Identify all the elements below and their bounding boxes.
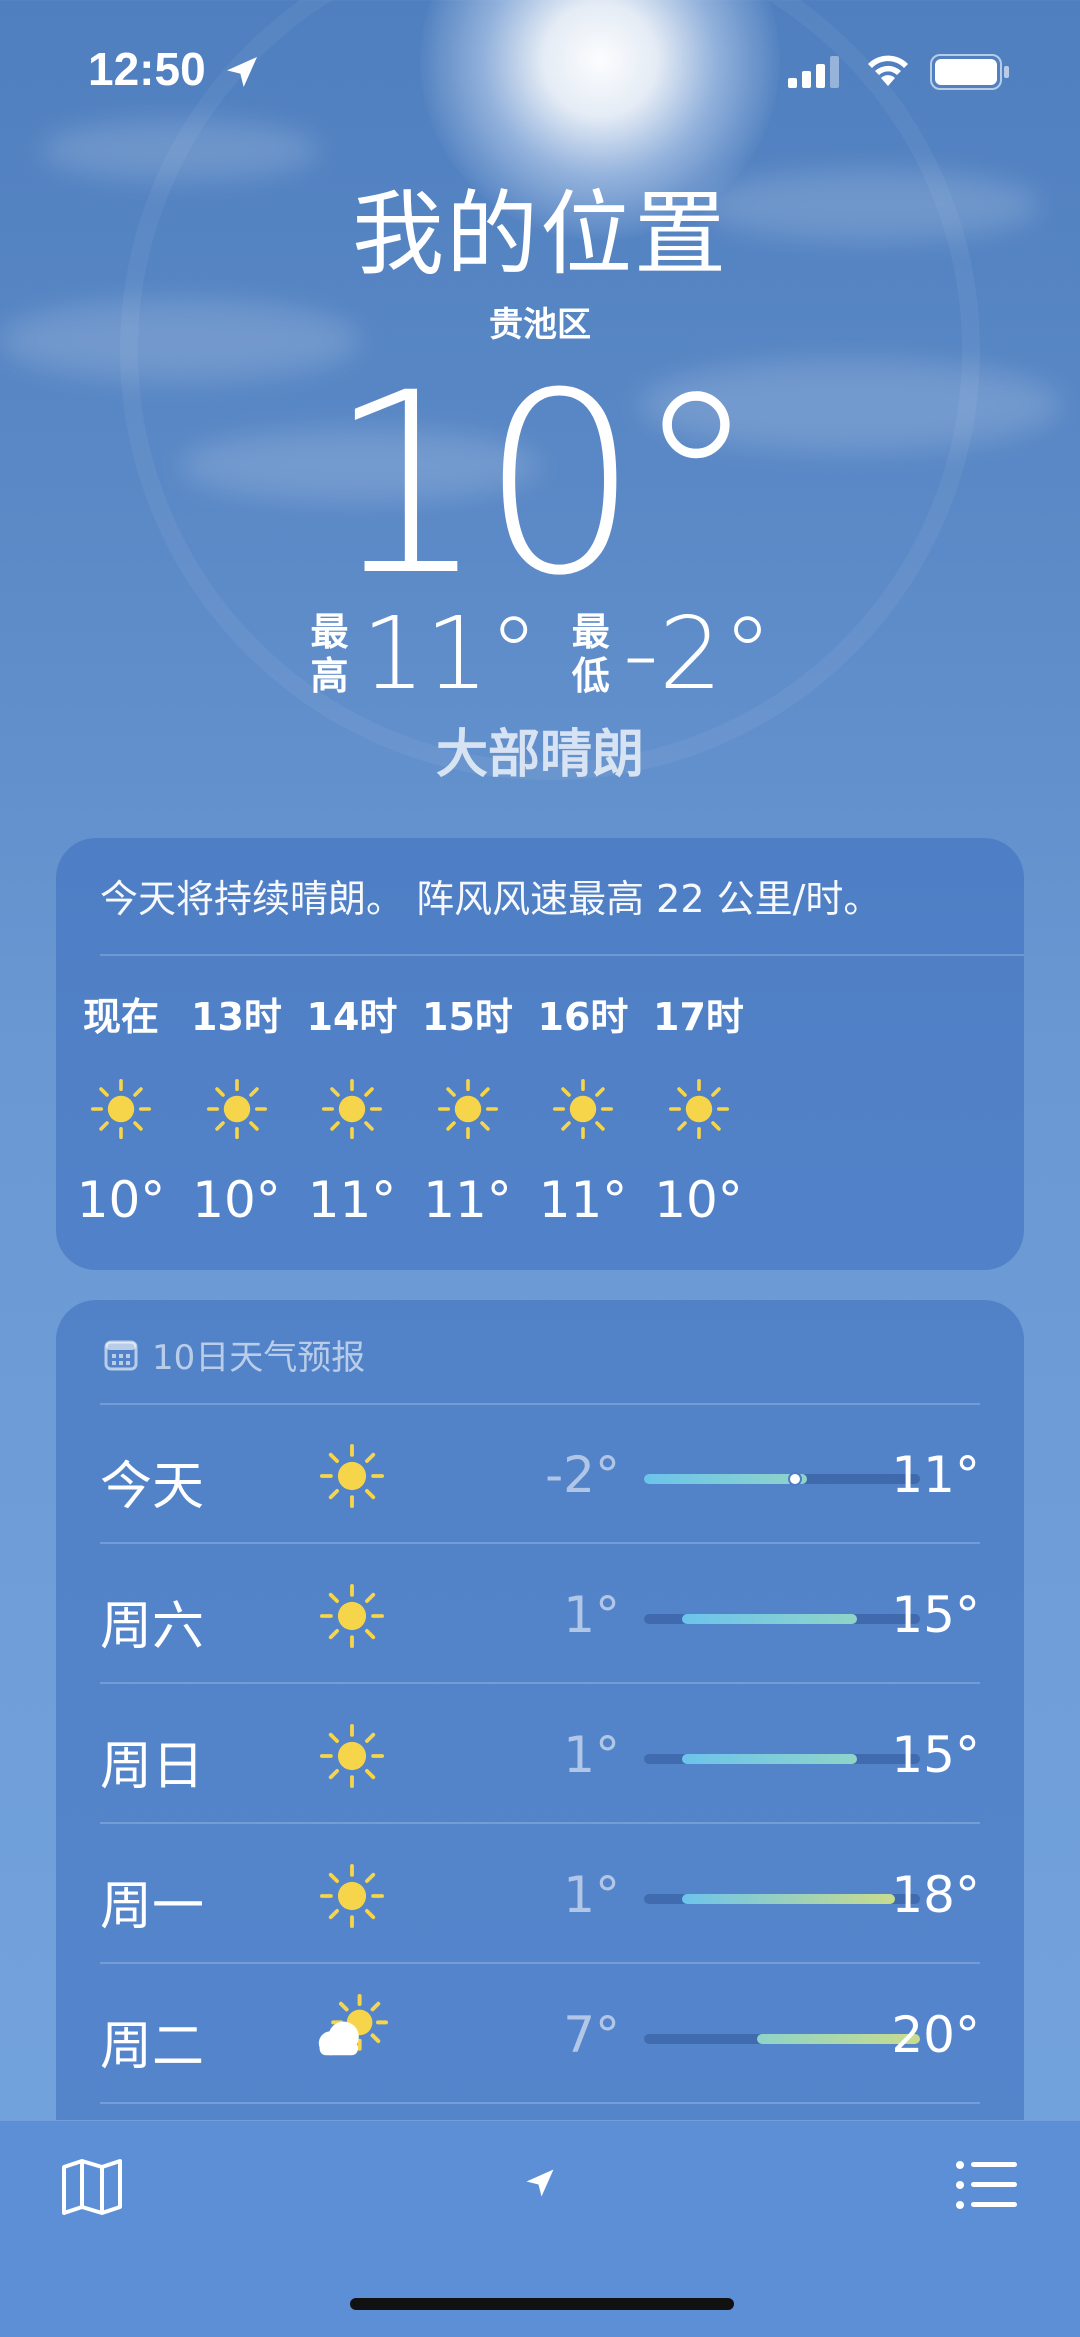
temp-range-track (644, 1614, 920, 1624)
status-time: 12:50 (88, 43, 206, 95)
high-label: 最高 (310, 609, 349, 698)
hour-temperature: 10° (654, 1171, 743, 1229)
hour-temperature: 11° (307, 1171, 397, 1229)
sun-icon (319, 1443, 385, 1509)
current-temperature: 10° (327, 339, 758, 630)
hour-label: 现在 (82, 995, 159, 1039)
day-name: 周一 (100, 1877, 205, 1937)
hour-label: 16时 (537, 995, 629, 1039)
hour-label: 13时 (191, 995, 282, 1039)
sun-icon (322, 1079, 382, 1139)
low-temperature: -2° (622, 595, 773, 712)
home-indicator (350, 2298, 734, 2310)
day-name: 周日 (100, 1737, 205, 1797)
daily-title: 10日天气预报 (152, 1338, 366, 1378)
location-header: 我的位置 贵池区 10° (0, 160, 1080, 610)
day-name: 周二 (100, 2017, 205, 2077)
high-low: 最高 11° 最低 -2° (0, 595, 1080, 712)
day-low: 1° (563, 1866, 620, 1924)
day-high: 15° (891, 1726, 980, 1784)
sun-icon (91, 1079, 151, 1139)
temp-range-bar (681, 1894, 895, 1904)
day-low: 1° (563, 1726, 620, 1784)
daily-row[interactable]: 周一 1° 18° (100, 1824, 980, 1964)
temp-range-bar (644, 1474, 808, 1484)
sun-icon (206, 1079, 267, 1139)
temp-range-track (644, 2034, 920, 2044)
location-title: 我的位置 (351, 181, 728, 288)
hourly-item: 15时 11° (403, 986, 533, 1229)
divider (100, 2102, 980, 2104)
status-bar: 12:50 (0, 0, 1080, 140)
temp-range-track (644, 1472, 920, 1486)
hourly-item: 现在 10° (56, 986, 186, 1229)
hourly-item: 13时 10° (172, 986, 302, 1229)
daily-row[interactable]: 周六 1° 15° (100, 1544, 980, 1684)
hour-temperature: 10° (192, 1171, 281, 1229)
daily-header: 10日天气预报 (104, 1330, 365, 1379)
daily-row[interactable]: 周二 7° 20° (100, 1964, 980, 2104)
day-high: 11° (891, 1446, 980, 1504)
divider (100, 954, 1024, 956)
day-low: 7° (563, 2006, 620, 2064)
hour-temperature: 11° (538, 1171, 628, 1229)
temp-range-track (644, 1894, 920, 1904)
day-high: 20° (891, 2006, 980, 2064)
sun-icon (319, 1863, 385, 1929)
sun-icon (553, 1079, 613, 1139)
calendar-icon (104, 1340, 138, 1370)
day-low: -2° (545, 1446, 620, 1504)
hourly-item: 16时 11° (518, 986, 648, 1229)
hourly-summary: 今天将持续晴朗。 阵风风速最高 22 公里/时。 (100, 877, 882, 921)
day-name: 今天 (100, 1457, 205, 1517)
hour-label: 15时 (422, 995, 513, 1039)
hourly-list[interactable]: 现在 10° 13时 10° 14时 11° 15时 11° 16时 11° 17时 10… (56, 986, 1024, 1236)
hour-label: 14时 (306, 995, 398, 1039)
temp-range-bar (681, 1754, 858, 1764)
sun-icon (319, 1583, 385, 1649)
high-temperature: 11° (361, 595, 539, 712)
temp-range-bar (681, 1614, 858, 1624)
battery-icon (930, 54, 1009, 90)
temp-range-track (644, 1754, 920, 1764)
daily-row[interactable]: 周日 1° 15° (100, 1684, 980, 1824)
sun-icon (668, 1079, 729, 1139)
day-high: 18° (891, 1866, 980, 1924)
condition-text: 大部晴朗 (435, 725, 644, 785)
hour-label: 17时 (653, 995, 744, 1039)
wifi-icon (868, 55, 908, 86)
current-temp-dot (787, 1472, 802, 1486)
sun-icon (437, 1079, 498, 1139)
hour-temperature: 10° (76, 1171, 166, 1229)
low-label: 最低 (571, 609, 610, 698)
current-location-icon[interactable] (522, 2165, 558, 2201)
sun-icon (319, 1723, 385, 1789)
list-icon[interactable] (955, 2159, 1019, 2211)
cellular-signal-icon (788, 56, 839, 88)
day-name: 周六 (100, 1597, 205, 1657)
hourly-item: 14时 11° (287, 986, 417, 1229)
hourly-forecast-card[interactable]: 今天将持续晴朗。 阵风风速最高 22 公里/时。 现在 10° 13时 10° 14… (56, 838, 1024, 1270)
hourly-item: 17时 10° (634, 986, 764, 1229)
cloud-sun-icon (318, 1994, 388, 2056)
map-icon[interactable] (60, 2157, 124, 2217)
hour-temperature: 11° (423, 1171, 512, 1229)
location-arrow-icon (227, 57, 257, 87)
day-low: 1° (563, 1586, 620, 1644)
daily-row[interactable]: 今天 -2° 11° (100, 1404, 980, 1544)
day-high: 15° (891, 1586, 980, 1644)
